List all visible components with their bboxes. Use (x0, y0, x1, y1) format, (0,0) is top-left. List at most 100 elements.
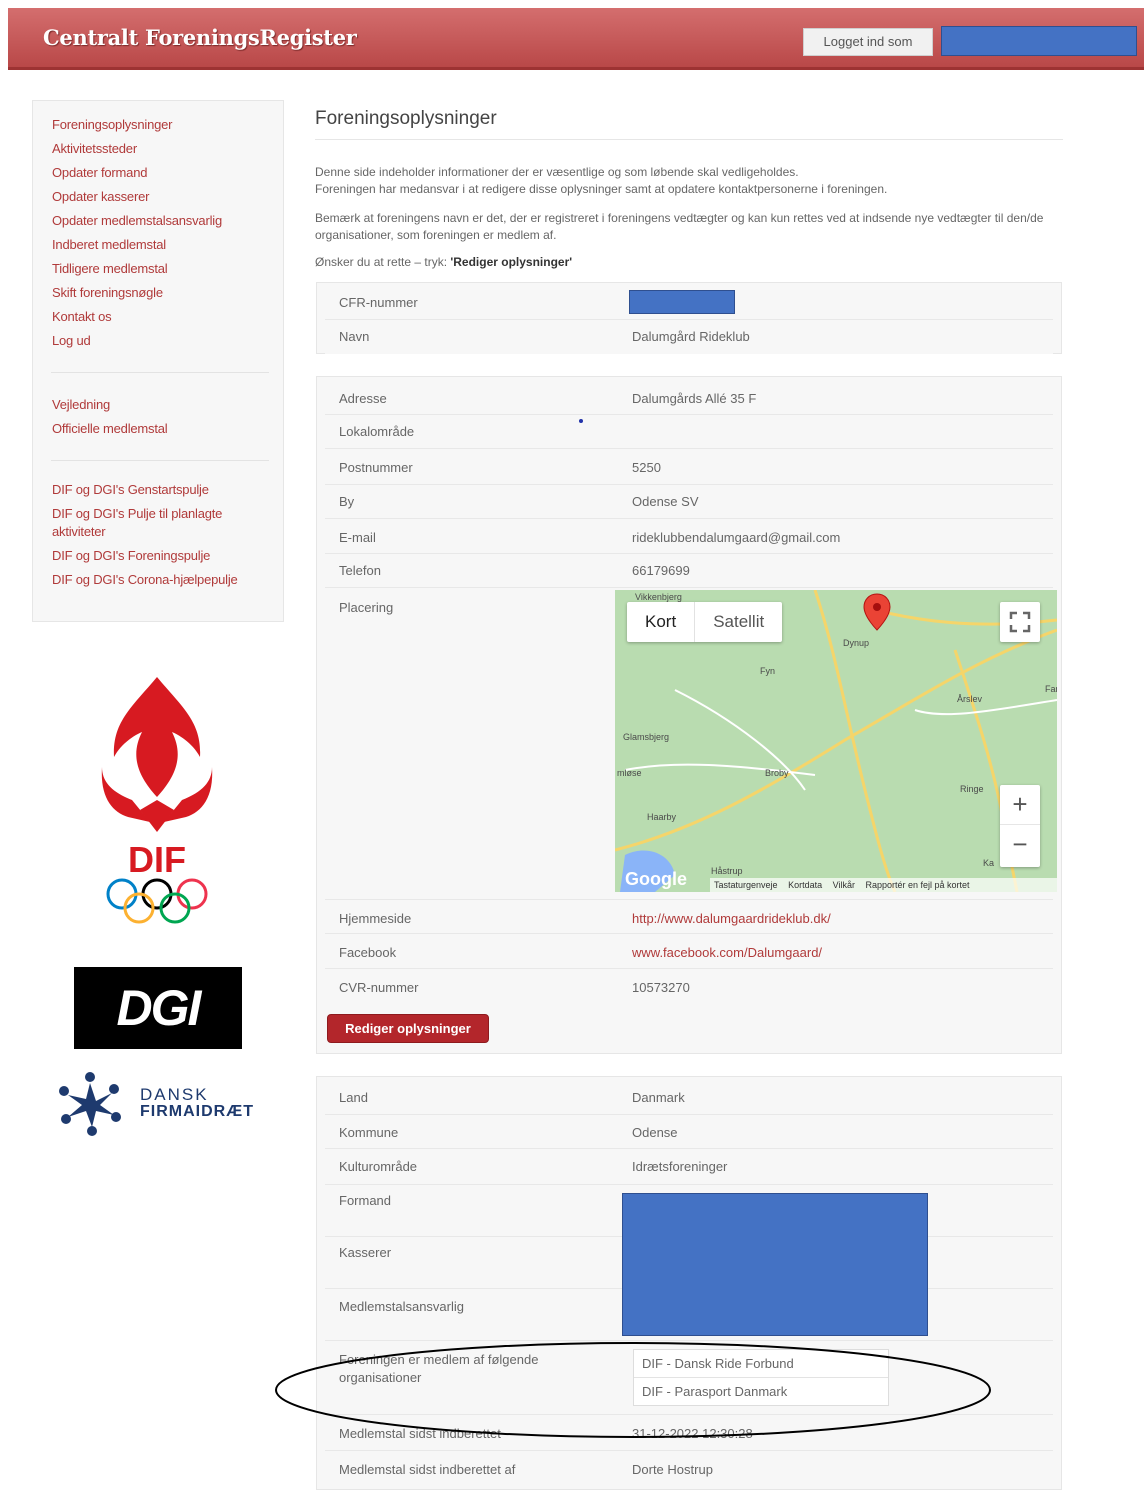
location-label: Placering (339, 600, 394, 615)
sidebar-divider (51, 460, 269, 461)
cursor-dot (579, 419, 583, 423)
sidebar-item-opdater-kasserer[interactable]: Opdater kasserer (52, 185, 222, 209)
row-name: Navn Dalumgård Rideklub (325, 320, 1053, 354)
dansk-firmaidraet-logo: DANSK FIRMAIDRÆT (52, 1067, 272, 1142)
municipality-value: Odense (632, 1125, 678, 1140)
sidebar-item-kontakt-os[interactable]: Kontakt os (52, 305, 222, 329)
sidebar-item-vejledning[interactable]: Vejledning (52, 393, 168, 417)
city-value: Odense SV (632, 494, 699, 509)
sidebar-item-officielle-medlemstal[interactable]: Officielle medlemstal (52, 417, 168, 441)
sidebar-item-foreningsoplysninger[interactable]: Foreningsoplysninger (52, 113, 222, 137)
row-facebook: Facebook www.facebook.com/Dalumgaard/ (325, 934, 1053, 969)
intro-line-1: Denne side indeholder informationer der … (315, 165, 799, 179)
row-website: Hjemmeside http://www.dalumgaardrideklub… (325, 900, 1053, 934)
row-last-reported-by: Medlemstal sidst indberettet af Dorte Ho… (325, 1451, 1053, 1487)
redacted-cfr (629, 290, 735, 314)
df-logo-text-2: FIRMAIDRÆT (140, 1103, 254, 1120)
map-town-label: Haarby (647, 812, 677, 822)
name-label: Navn (339, 329, 370, 344)
map-town-label: Vikkenbjerg (635, 592, 682, 602)
cvr-value: 10573270 (632, 980, 690, 995)
map-marker-icon[interactable] (862, 592, 892, 632)
facebook-link[interactable]: www.facebook.com/Dalumgaard/ (632, 945, 822, 960)
sidebar-item-opdater-medlemstalsansvarlig[interactable]: Opdater medlemstalsansvarlig (52, 209, 222, 233)
dif-logo: DIF (92, 672, 222, 927)
intro-edit-hint-bold: 'Rediger oplysninger' (450, 255, 573, 269)
row-municipality: Kommune Odense (325, 1115, 1053, 1149)
map-keyboard-shortcuts[interactable]: Tastaturgenveje (714, 880, 778, 890)
website-link[interactable]: http://www.dalumgaardrideklub.dk/ (632, 911, 831, 926)
sidebar-item-log-ud[interactable]: Log ud (52, 329, 222, 353)
location-map[interactable]: Vikkenbjerg Dynup Fyn Årslev Glamsbjerg … (615, 590, 1057, 892)
google-logo: Google (625, 869, 687, 889)
dif-flame-icon: DIF (101, 677, 213, 924)
phone-value: 66179699 (632, 563, 690, 578)
zip-label: Postnummer (339, 460, 413, 475)
map-tab-kort[interactable]: Kort (627, 602, 694, 642)
page-title: Foreningsoplysninger (315, 108, 497, 129)
sidebar-item-foreningspulje[interactable]: DIF og DGI's Foreningspulje (52, 547, 267, 565)
map-town-label: Broby (765, 768, 789, 778)
annotation-ellipse (275, 1342, 991, 1438)
brand-title[interactable]: Centralt ForeningsRegister (43, 25, 357, 50)
map-tab-satellit[interactable]: Satellit (694, 602, 782, 642)
map-footer: Tastaturgenveje Kortdata Vilkår Rapporté… (710, 878, 1057, 892)
sidebar-pools-menu: DIF og DGI's Genstartspulje DIF og DGI's… (52, 481, 267, 595)
map-report-error-link[interactable]: Rapportér en fejl på kortet (865, 880, 969, 890)
municipality-label: Kommune (339, 1125, 399, 1140)
map-terms-link[interactable]: Vilkår (833, 880, 855, 890)
chairman-label: Formand (339, 1193, 392, 1208)
address-value: Dalumgårds Allé 35 F (632, 391, 757, 406)
map-data-credit: Kortdata (788, 880, 823, 890)
fullscreen-icon (1009, 611, 1031, 633)
row-culture-area: Kulturområde Idrætsforeninger (325, 1149, 1053, 1185)
row-email: E-mail rideklubbendalumgaard@gmail.com (325, 519, 1053, 554)
zoom-in-button[interactable]: + (1000, 785, 1040, 825)
row-phone: Telefon 66179699 (325, 554, 1053, 588)
row-city: By Odense SV (325, 485, 1053, 519)
sidebar-item-indberet-medlemstal[interactable]: Indberet medlemstal (52, 233, 222, 257)
sidebar-item-pulje-planlagte[interactable]: DIF og DGI's Pulje til planlagte aktivit… (52, 505, 267, 541)
local-area-label: Lokalområde (339, 424, 415, 439)
zoom-out-button[interactable]: − (1000, 825, 1040, 865)
row-zip: Postnummer 5250 (325, 449, 1053, 485)
dgi-logo: DGI (74, 967, 242, 1049)
dgi-logo-text: DGI (116, 980, 202, 1036)
last-reported-by-label: Medlemstal sidst indberettet af (339, 1462, 516, 1477)
intro-edit-hint: Ønsker du at rette – tryk: (315, 255, 451, 269)
zip-value: 5250 (632, 460, 661, 475)
city-label: By (339, 494, 355, 509)
treasurer-label: Kasserer (339, 1245, 392, 1260)
intro-paragraph-2: Bemærk at foreningens navn er det, der e… (315, 211, 1044, 242)
sidebar-divider (51, 372, 269, 373)
edit-info-button[interactable]: Rediger oplysninger (327, 1014, 489, 1043)
name-value: Dalumgård Rideklub (632, 329, 750, 344)
map-town-label: mløse (617, 768, 642, 778)
redacted-username (941, 26, 1137, 56)
map-type-tabs: Kort Satellit (627, 602, 783, 642)
map-town-label: Håstrup (711, 866, 743, 876)
redacted-contact-persons (622, 1193, 928, 1336)
sidebar-item-corona-pulje[interactable]: DIF og DGI's Corona-hjælpepulje (52, 571, 267, 589)
row-local-area: Lokalområde (325, 415, 1053, 449)
fullscreen-button[interactable] (1000, 602, 1040, 642)
sidebar-item-aktivitetssteder[interactable]: Aktivitetssteder (52, 137, 222, 161)
culture-area-label: Kulturområde (339, 1159, 418, 1174)
row-country: Land Danmark (325, 1080, 1053, 1115)
row-cfr: CFR-nummer (325, 286, 1053, 320)
map-town-label: Ringe (960, 784, 984, 794)
map-town-label: Dynup (843, 638, 870, 648)
country-label: Land (339, 1090, 368, 1105)
sidebar-item-opdater-formand[interactable]: Opdater formand (52, 161, 222, 185)
last-reported-by-value: Dorte Hostrup (632, 1462, 713, 1477)
member-count-responsible-label: Medlemstalsansvarlig (339, 1299, 464, 1314)
sidebar-item-genstartspulje[interactable]: DIF og DGI's Genstartspulje (52, 481, 267, 499)
firmaidraet-star-icon (59, 1072, 121, 1136)
title-divider (315, 139, 1063, 140)
map-town-label: Årslev (957, 694, 983, 704)
row-address: Adresse Dalumgårds Allé 35 F (325, 380, 1053, 415)
map-town-label: Glamsbjerg (623, 732, 670, 742)
sidebar-item-tidligere-medlemstal[interactable]: Tidligere medlemstal (52, 257, 222, 281)
top-header: Centralt ForeningsRegister Logget ind so… (8, 8, 1144, 70)
sidebar-item-skift-foreningsnoegle[interactable]: Skift foreningsnøgle (52, 281, 222, 305)
